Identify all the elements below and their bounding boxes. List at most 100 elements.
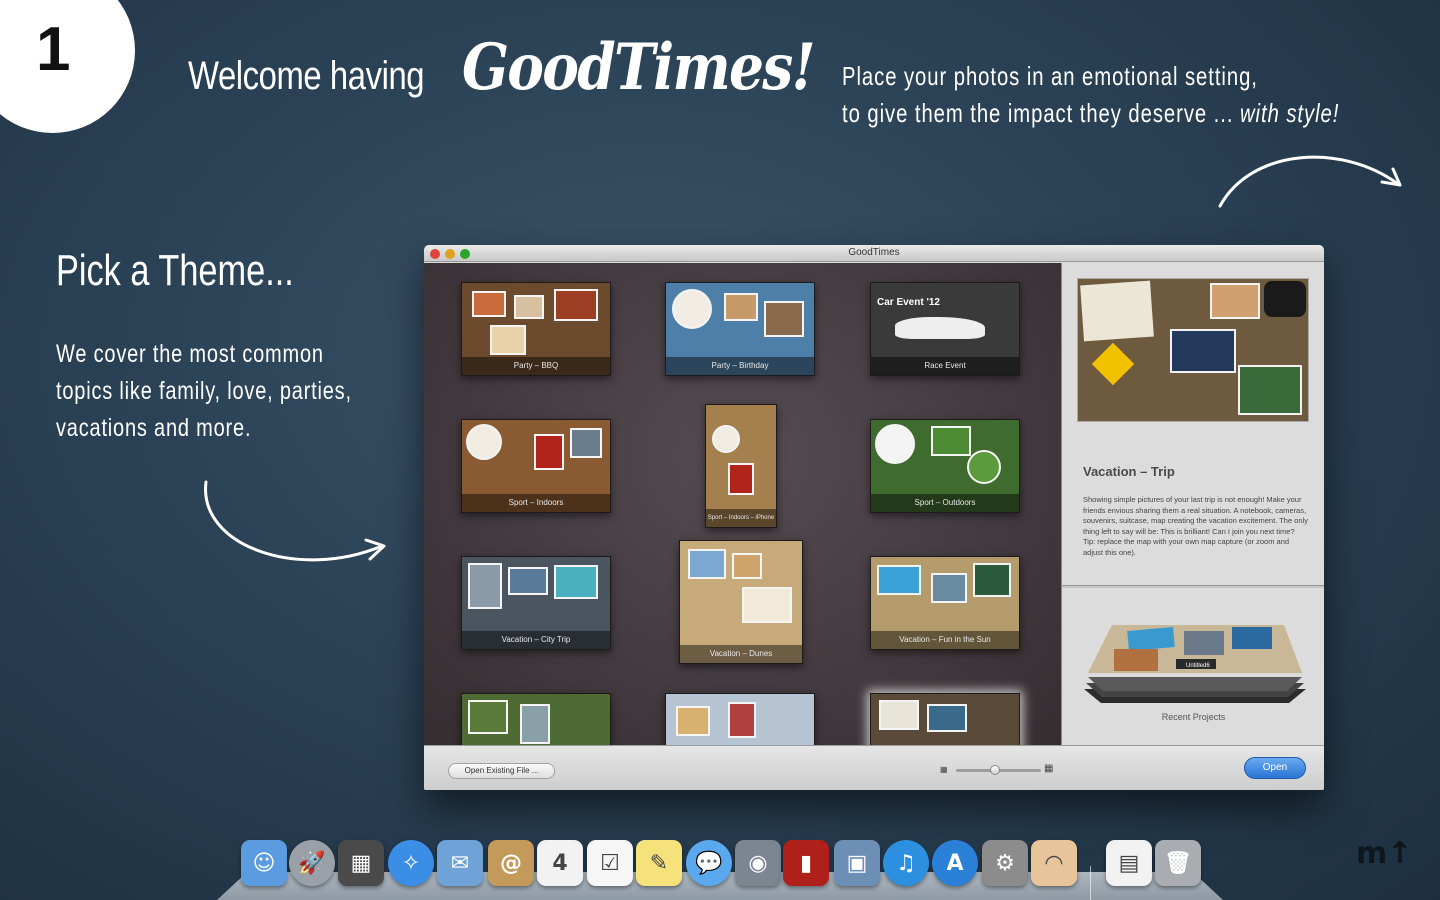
macupdate-watermark-icon: m↑: [1356, 836, 1413, 871]
zoom-small-icon: ▦: [940, 765, 948, 774]
photo-frame: [877, 565, 921, 595]
safari-icon[interactable]: ✧: [388, 840, 434, 886]
photo-frame: [732, 553, 762, 579]
theme-tile-vacation-trip[interactable]: [870, 693, 1020, 745]
zoom-slider-knob[interactable]: [990, 765, 1000, 775]
theme-info-title: Vacation – Trip: [1083, 464, 1175, 479]
goodtimes-app-icon[interactable]: ◠: [1031, 840, 1077, 886]
theme-tile-sport-indoors-iphone[interactable]: Sport – Indoors – iPhone: [705, 404, 777, 528]
photo-frame: [672, 289, 712, 329]
photo-frame: [728, 463, 754, 495]
section-desc-line3: vacations and more.: [56, 414, 252, 442]
window-title: GoodTimes: [848, 247, 900, 258]
photo-frame: [764, 301, 804, 337]
photo-frame: [688, 549, 726, 579]
zoom-slider[interactable]: [956, 765, 1041, 775]
photo-frame: [534, 434, 564, 470]
theme-label: Sport – Indoors: [462, 494, 610, 512]
brand-wordmark: GoodTimes!: [462, 30, 816, 105]
theme-label: Sport – Indoors – iPhone: [706, 509, 776, 527]
contacts-icon[interactable]: @: [488, 840, 534, 886]
photo-frame: [724, 293, 758, 321]
tagline-line1: Place your photos in an emotional settin…: [842, 61, 1258, 91]
system-preferences-icon[interactable]: ⚙: [982, 840, 1028, 886]
photo-frame: [508, 567, 548, 595]
theme-gallery[interactable]: Party – BBQ Party – Birthday Car Event '…: [424, 263, 1061, 745]
photo-frame: [466, 424, 502, 460]
section-description: We cover the most common topics like fam…: [56, 336, 352, 447]
theme-label: Party – Birthday: [666, 357, 814, 375]
theme-tile-sport-outdoors[interactable]: Sport – Outdoors: [870, 419, 1020, 513]
tagline-emphasis: with style!: [1239, 98, 1340, 128]
mail-icon[interactable]: ✉: [437, 840, 483, 886]
section-title: Pick a Theme...: [56, 246, 294, 295]
photo-frame: [468, 700, 508, 734]
app-store-icon[interactable]: A: [932, 840, 978, 886]
preview-photo-sunset: [1210, 283, 1260, 319]
theme-info-sidebar: Vacation – Trip Showing simple pictures …: [1061, 263, 1324, 745]
app-window: GoodTimes Party – BBQ Party – Birthday C…: [424, 245, 1324, 790]
calendar-icon[interactable]: 4: [537, 840, 583, 886]
notes-icon[interactable]: ✎: [636, 840, 682, 886]
trash-icon[interactable]: 🗑: [1155, 840, 1201, 886]
theme-label: Vacation – City Trip: [462, 631, 610, 649]
title-bar[interactable]: GoodTimes: [424, 245, 1324, 262]
photo-frame: [967, 450, 1001, 484]
itunes-icon[interactable]: ♫: [883, 840, 929, 886]
theme-label: Vacation – Fun in the Sun: [871, 631, 1019, 649]
theme-tile-nature[interactable]: [461, 693, 611, 745]
recent-project-stack[interactable]: Untitled6: [1084, 623, 1306, 703]
section-desc-line2: topics like family, love, parties,: [56, 377, 352, 405]
tagline-line2: to give them the impact they deserve ...…: [842, 95, 1339, 132]
arrow-right-icon: [1218, 155, 1402, 208]
theme-tile-sport-indoors[interactable]: Sport – Indoors: [461, 419, 611, 513]
open-button[interactable]: Open: [1244, 757, 1306, 779]
document-icon[interactable]: ▤: [1106, 840, 1152, 886]
photo-frame: [554, 565, 598, 599]
theme-tile-race-event[interactable]: Car Event '12 Race Event: [870, 282, 1020, 376]
bottom-toolbar: Open Existing File ... ▦ ▦ Open: [424, 745, 1324, 790]
photo-booth-icon[interactable]: ▮: [783, 840, 829, 886]
theme-description: Showing simple pictures of your last tri…: [1083, 495, 1308, 536]
theme-tip: Tip: replace the map with your own map c…: [1083, 537, 1290, 557]
messages-icon[interactable]: 💬: [686, 840, 732, 886]
tagline: Place your photos in an emotional settin…: [842, 58, 1339, 132]
headline-prefix: Welcome having: [188, 54, 425, 98]
theme-tile-party-birthday[interactable]: Party – Birthday: [665, 282, 815, 376]
theme-tile-party-bbq[interactable]: Party – BBQ: [461, 282, 611, 376]
photo-frame: [875, 424, 915, 464]
iphoto-icon[interactable]: ▣: [834, 840, 880, 886]
photo-frame: [468, 563, 502, 609]
photo-frame: [973, 563, 1011, 597]
photo-frame: [927, 704, 967, 732]
theme-tile-winter[interactable]: [665, 693, 815, 745]
photo-frame: [490, 325, 526, 355]
launchpad-icon[interactable]: 🚀: [289, 840, 335, 886]
photo-frame: [472, 291, 506, 317]
preview-photo-forest: [1238, 365, 1302, 415]
section-desc-line1: We cover the most common: [56, 340, 324, 368]
theme-preview-image: [1077, 278, 1309, 422]
theme-tile-vacation-city-trip[interactable]: Vacation – City Trip: [461, 556, 611, 650]
zoom-large-icon: ▦: [1044, 763, 1054, 774]
recent-projects-label: Recent Projects: [1161, 712, 1226, 722]
photo-frame: [520, 704, 550, 744]
photo-frame: [712, 425, 740, 453]
mission-control-icon[interactable]: ▦: [338, 840, 384, 886]
theme-label: Vacation – Dunes: [680, 645, 802, 663]
facetime-icon[interactable]: ◉: [735, 840, 781, 886]
theme-tile-vacation-fun-in-the-sun[interactable]: Vacation – Fun in the Sun: [870, 556, 1020, 650]
finder-icon[interactable]: ☺: [241, 840, 287, 886]
theme-tile-vacation-dunes[interactable]: Vacation – Dunes: [679, 540, 803, 664]
photo-frame: [742, 587, 792, 623]
photo-frame: [570, 428, 602, 458]
open-existing-file-button[interactable]: Open Existing File ...: [448, 763, 555, 779]
photo-frame: [931, 426, 971, 456]
preview-camera: [1264, 281, 1306, 317]
sidebar-divider[interactable]: [1062, 585, 1324, 590]
theme-info-text: Showing simple pictures of your last tri…: [1083, 495, 1309, 558]
theme-label: Race Event: [871, 357, 1019, 375]
dock-separator: [1090, 866, 1091, 900]
photo-frame: [676, 706, 710, 736]
reminders-icon[interactable]: ☑: [587, 840, 633, 886]
